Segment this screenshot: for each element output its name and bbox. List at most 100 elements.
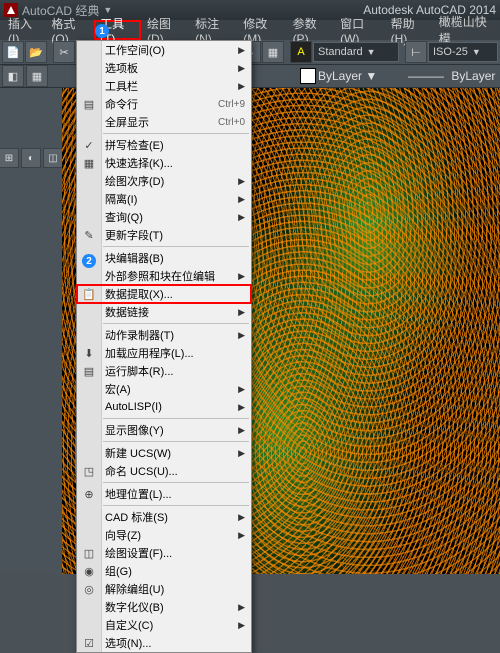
menu-item[interactable]: CAD 标准(S)▶	[77, 508, 251, 526]
menu-item-icon: ◉	[81, 563, 97, 579]
menu-item[interactable]: ⊕ 地理位置(L)...	[77, 485, 251, 503]
menu-draw[interactable]: 绘图(D)	[141, 20, 189, 40]
menu-separator	[103, 323, 249, 324]
menu-item-label: 数据链接	[105, 304, 234, 320]
menu-separator	[103, 246, 249, 247]
menu-item-label: AutoLISP(I)	[105, 401, 234, 413]
submenu-arrow-icon: ▶	[234, 620, 245, 631]
menu-item[interactable]: 绘图次序(D)▶	[77, 172, 251, 190]
menu-item[interactable]: ◳命名 UCS(U)...	[77, 462, 251, 480]
dim-style-icon[interactable]: ⊢	[405, 41, 427, 63]
menu-item[interactable]: 全屏显示Ctrl+0	[77, 113, 251, 131]
submenu-arrow-icon: ▶	[234, 530, 245, 541]
menu-item[interactable]: 向导(Z)▶	[77, 526, 251, 544]
open-button[interactable]: 📂	[25, 41, 47, 63]
menu-item-label: 地理位置(L)...	[105, 486, 245, 502]
menu-dimension[interactable]: 标注(N)	[189, 20, 237, 40]
menu-item-icon: ☑	[81, 635, 97, 651]
menu-parametric[interactable]: 参数(P)	[287, 20, 335, 40]
text-style-icon[interactable]: A	[290, 41, 312, 63]
menu-item[interactable]: ◫绘图设置(F)...	[77, 544, 251, 562]
menu-item[interactable]: 工具栏▶	[77, 77, 251, 95]
menu-window[interactable]: 窗口(W)	[334, 20, 384, 40]
submenu-arrow-icon: ▶	[234, 176, 245, 187]
menu-separator	[103, 133, 249, 134]
menu-item-label: 宏(A)	[105, 381, 234, 397]
menu-item[interactable]: ▦快速选择(K)...	[77, 154, 251, 172]
menu-item-label: 快速选择(K)...	[105, 155, 245, 171]
text-style-value: Standard	[318, 46, 363, 58]
linetype-dropdown[interactable]: ——— ByLayer	[408, 69, 498, 83]
menu-item[interactable]: ✎ 更新字段(T)	[77, 226, 251, 244]
menu-item[interactable]: ◎解除编组(U)	[77, 580, 251, 598]
menu-insert[interactable]: 插入(I)	[2, 20, 45, 40]
menu-item[interactable]: 隔离(I)▶	[77, 190, 251, 208]
menu-olive[interactable]: 橄榄山快模	[433, 20, 498, 40]
menu-item-label: 工作空间(O)	[105, 42, 234, 58]
menu-item[interactable]: 查询(Q)▶	[77, 208, 251, 226]
submenu-arrow-icon: ▶	[234, 307, 245, 318]
menu-item[interactable]: AutoLISP(I)▶	[77, 398, 251, 416]
annotation-1: 1	[95, 24, 109, 38]
side-toolbar: ⊞ ◐ ◫	[0, 88, 62, 574]
menu-item-label: 运行脚本(R)...	[105, 363, 245, 379]
new-button[interactable]: 📄	[2, 41, 24, 63]
menu-item[interactable]: 宏(A)▶	[77, 380, 251, 398]
menu-item-icon: ⊕	[81, 486, 97, 502]
menu-format[interactable]: 格式(O)	[45, 20, 94, 40]
props-button[interactable]: ▦	[26, 65, 48, 87]
menu-item[interactable]: 数字化仪(B)▶	[77, 598, 251, 616]
menu-item-label: 显示图像(Y)	[105, 422, 234, 438]
menu-item[interactable]: 外部参照和块在位编辑▶	[77, 267, 251, 285]
menu-item[interactable]: ✓拼写检查(E)	[77, 136, 251, 154]
menu-item[interactable]: 新建 UCS(W)▶	[77, 444, 251, 462]
cut-button[interactable]: ✂	[53, 41, 75, 63]
menu-item-label: 选项(N)...	[105, 635, 245, 651]
submenu-arrow-icon: ▶	[234, 448, 245, 459]
menu-item[interactable]: 选项板▶	[77, 59, 251, 77]
menu-item-label: 命名 UCS(U)...	[105, 463, 245, 479]
menu-item[interactable]: 动作录制器(T)▶	[77, 326, 251, 344]
menu-item-icon: ⬇	[81, 345, 97, 361]
side-tool-3[interactable]: ◫	[43, 148, 63, 168]
menu-item-label: 查询(Q)	[105, 209, 234, 225]
menu-item[interactable]: ◫块编辑器(B)	[77, 249, 251, 267]
menu-item[interactable]: 数据链接▶	[77, 303, 251, 321]
menu-separator	[103, 482, 249, 483]
menu-item-label: 组(G)	[105, 563, 245, 579]
table-button[interactable]: ▦	[262, 41, 284, 63]
menu-item-icon: ◎	[81, 581, 97, 597]
menu-item[interactable]: 📋数据提取(X)...	[77, 285, 251, 303]
text-style-dropdown[interactable]: Standard ▼	[313, 42, 399, 62]
menu-item[interactable]: ▤命令行Ctrl+9	[77, 95, 251, 113]
menu-help[interactable]: 帮助(H)	[385, 20, 433, 40]
menu-item-label: 选项板	[105, 60, 234, 76]
side-tool-1[interactable]: ⊞	[0, 148, 19, 168]
menu-item-label: 外部参照和块在位编辑	[105, 268, 234, 284]
menu-item[interactable]: 自定义(C)▶	[77, 616, 251, 634]
menu-item-label: 隔离(I)	[105, 191, 234, 207]
menu-modify[interactable]: 修改(M)	[237, 20, 286, 40]
dim-style-dropdown[interactable]: ISO-25 ▼	[428, 42, 498, 62]
color-value: ByLayer	[318, 69, 362, 83]
menu-item[interactable]: ⬇加载应用程序(L)...	[77, 344, 251, 362]
side-tool-2[interactable]: ◐	[21, 148, 41, 168]
layer-button[interactable]: ◧	[2, 65, 24, 87]
menu-item-label: 全屏显示	[105, 114, 214, 130]
menu-item[interactable]: ☑ 选项(N)...	[77, 634, 251, 652]
menu-item[interactable]: ◉ 组(G)	[77, 562, 251, 580]
menu-item-icon: ✎	[81, 227, 97, 243]
menu-item[interactable]: 工作空间(O)▶	[77, 41, 251, 59]
menu-item[interactable]: ▤运行脚本(R)...	[77, 362, 251, 380]
menu-item-label: 更新字段(T)	[105, 227, 245, 243]
color-swatch[interactable]	[300, 68, 316, 84]
menu-item-label: 绘图设置(F)...	[105, 545, 245, 561]
chevron-down-icon: ▼	[365, 69, 377, 83]
submenu-arrow-icon: ▶	[234, 63, 245, 74]
menu-item-label: 动作录制器(T)	[105, 327, 234, 343]
submenu-arrow-icon: ▶	[234, 194, 245, 205]
menu-item-label: 命令行	[105, 96, 214, 112]
menu-item[interactable]: 显示图像(Y)▶	[77, 421, 251, 439]
color-dropdown[interactable]: ByLayer ▼	[318, 69, 406, 83]
chevron-down-icon[interactable]: ▼	[103, 5, 112, 15]
